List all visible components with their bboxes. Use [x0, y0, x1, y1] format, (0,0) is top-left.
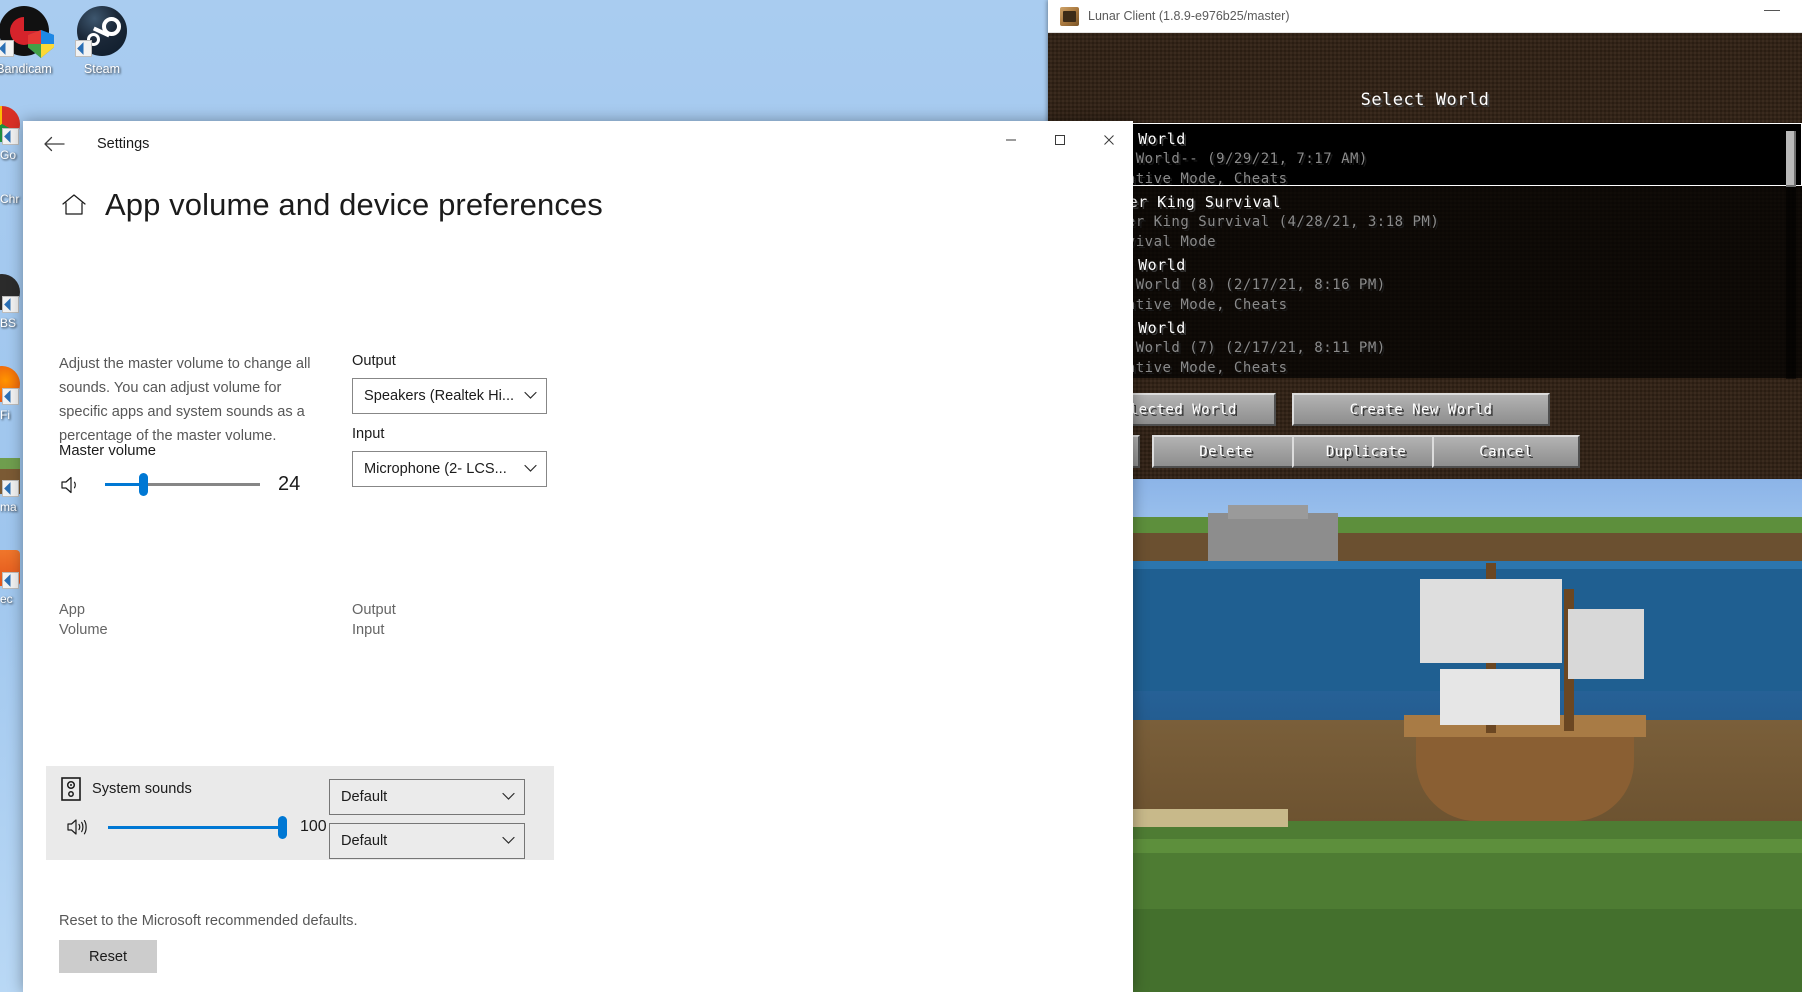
settings-window-title: Settings — [97, 136, 150, 152]
lunar-titlebar[interactable]: Lunar Client (1.8.9-e976b25/master) — [1048, 0, 1802, 33]
desktop-icon-label: BS — [0, 316, 17, 330]
world-name: New World — [1100, 256, 1186, 274]
world-meta: New World (8) (2/17/21, 8:16 PM) — [1100, 277, 1386, 293]
output-device-value: Speakers (Realtek Hi... — [364, 388, 515, 404]
chevron-down-icon — [524, 461, 537, 477]
desktop-icon-label: Go — [0, 148, 17, 162]
app-volume-track[interactable] — [108, 815, 287, 839]
settings-window[interactable]: Settings App volume and device preferenc… — [23, 121, 1133, 992]
steam-icon — [75, 6, 127, 57]
page-header: App volume and device preferences — [23, 167, 1133, 223]
duplicate-button[interactable]: Duplicate — [1292, 435, 1440, 468]
desktop-screen: Bandicam Steam Go Chr BS Fi ma ec Lunar … — [0, 0, 1802, 992]
input-device-value: Microphone (2- LCS... — [364, 461, 507, 477]
page-description: Adjust the master volume to change all s… — [59, 356, 311, 444]
lunar-window-title: Lunar Client (1.8.9-e976b25/master) — [1088, 9, 1290, 23]
app-volume-fill — [108, 825, 286, 829]
world-name: New World — [1100, 130, 1186, 148]
master-volume-label: Master volume — [59, 443, 157, 459]
window-controls — [986, 121, 1133, 158]
back-arrow-icon[interactable] — [31, 121, 77, 167]
desktop-icon-label: ec — [0, 592, 13, 606]
home-icon[interactable] — [59, 190, 89, 220]
chevron-down-icon — [502, 789, 515, 805]
column-header-volume: Volume — [59, 622, 108, 638]
settings-titlebar[interactable]: Settings — [23, 121, 1133, 167]
world-meta: Water King Survival (4/28/21, 3:18 PM) — [1100, 214, 1440, 230]
column-header-output: Output — [352, 602, 396, 618]
column-header-app: App — [59, 602, 85, 618]
world-name: New World — [1100, 319, 1186, 337]
page-title: App volume and device preferences — [105, 187, 603, 222]
chevron-down-icon — [524, 388, 537, 404]
lunar-minimize-button[interactable] — [1764, 10, 1780, 11]
world-meta: New World (7) (2/17/21, 8:11 PM) — [1100, 340, 1386, 356]
output-device-select[interactable]: Speakers (Realtek Hi... — [352, 378, 547, 414]
speaker-high-icon — [66, 816, 90, 838]
column-header-input: Input — [352, 622, 385, 638]
desktop-icon-label: Steam — [83, 62, 121, 76]
world-list-item[interactable]: New World New World (7) (2/17/21, 8:11 P… — [1048, 312, 1802, 376]
minecraft-viewport: Select World New World New World-- (9/29… — [1048, 33, 1802, 992]
app-input-select[interactable]: Default — [329, 823, 525, 859]
app-output-select[interactable]: Default — [329, 779, 525, 815]
desktop-icon-label: Chr — [0, 192, 20, 206]
select-world-title: Select World — [1360, 90, 1490, 110]
output-label: Output — [352, 353, 396, 369]
minecraft-world-render — [1048, 479, 1802, 992]
app-name: System sounds — [92, 781, 192, 797]
world-list-item[interactable]: Water King Survival Water King Survival … — [1048, 186, 1802, 250]
desktop-icon-steam[interactable]: Steam — [56, 6, 148, 76]
maximize-button[interactable] — [1035, 121, 1084, 158]
close-button[interactable] — [1084, 121, 1133, 158]
app-volume-knob[interactable] — [278, 815, 287, 839]
master-volume-knob[interactable] — [139, 473, 148, 496]
input-device-select[interactable]: Microphone (2- LCS... — [352, 451, 547, 487]
master-volume-slider-row[interactable]: 24 — [59, 473, 300, 496]
cancel-button[interactable]: Cancel — [1432, 435, 1580, 468]
world-list[interactable]: New World New World-- (9/29/21, 7:17 AM)… — [1048, 123, 1802, 378]
app-volume-value: 100 — [300, 818, 327, 835]
reset-button[interactable]: Reset — [59, 940, 157, 973]
chevron-down-icon — [502, 833, 515, 849]
minecraft-block-icon — [1060, 6, 1079, 26]
input-label: Input — [352, 426, 385, 442]
minimize-button[interactable] — [986, 121, 1035, 158]
desktop-icon-label: Fi — [0, 408, 10, 422]
world-mode: Creative Mode, Cheats — [1100, 360, 1288, 376]
scrollbar-thumb[interactable] — [1786, 131, 1796, 187]
master-volume-track[interactable] — [105, 473, 260, 496]
world-list-item[interactable]: New World New World-- (9/29/21, 7:17 AM)… — [1048, 123, 1802, 187]
master-volume-value: 24 — [278, 473, 301, 495]
lunar-client-window[interactable]: Lunar Client (1.8.9-e976b25/master) Sele… — [1048, 0, 1802, 992]
system-sounds-icon — [61, 777, 81, 801]
world-meta: New World-- (9/29/21, 7:17 AM) — [1100, 151, 1368, 167]
bandicam-icon — [0, 6, 54, 58]
app-input-value: Default — [341, 833, 388, 849]
create-new-world-button[interactable]: Create New World — [1292, 393, 1550, 426]
world-list-scrollbar[interactable] — [1786, 127, 1796, 379]
world-list-item[interactable]: New World New World (8) (2/17/21, 8:16 P… — [1048, 249, 1802, 313]
desktop-icon-label: ma — [0, 500, 17, 514]
app-volume-slider-row[interactable]: 100 — [66, 815, 327, 839]
app-output-value: Default — [341, 789, 388, 805]
delete-button[interactable]: Delete — [1152, 435, 1300, 468]
master-volume-fill — [105, 483, 143, 486]
reset-description: Reset to the Microsoft recommended defau… — [59, 913, 358, 929]
world-name: Water King Survival — [1100, 193, 1282, 211]
speaker-low-icon — [59, 474, 83, 496]
